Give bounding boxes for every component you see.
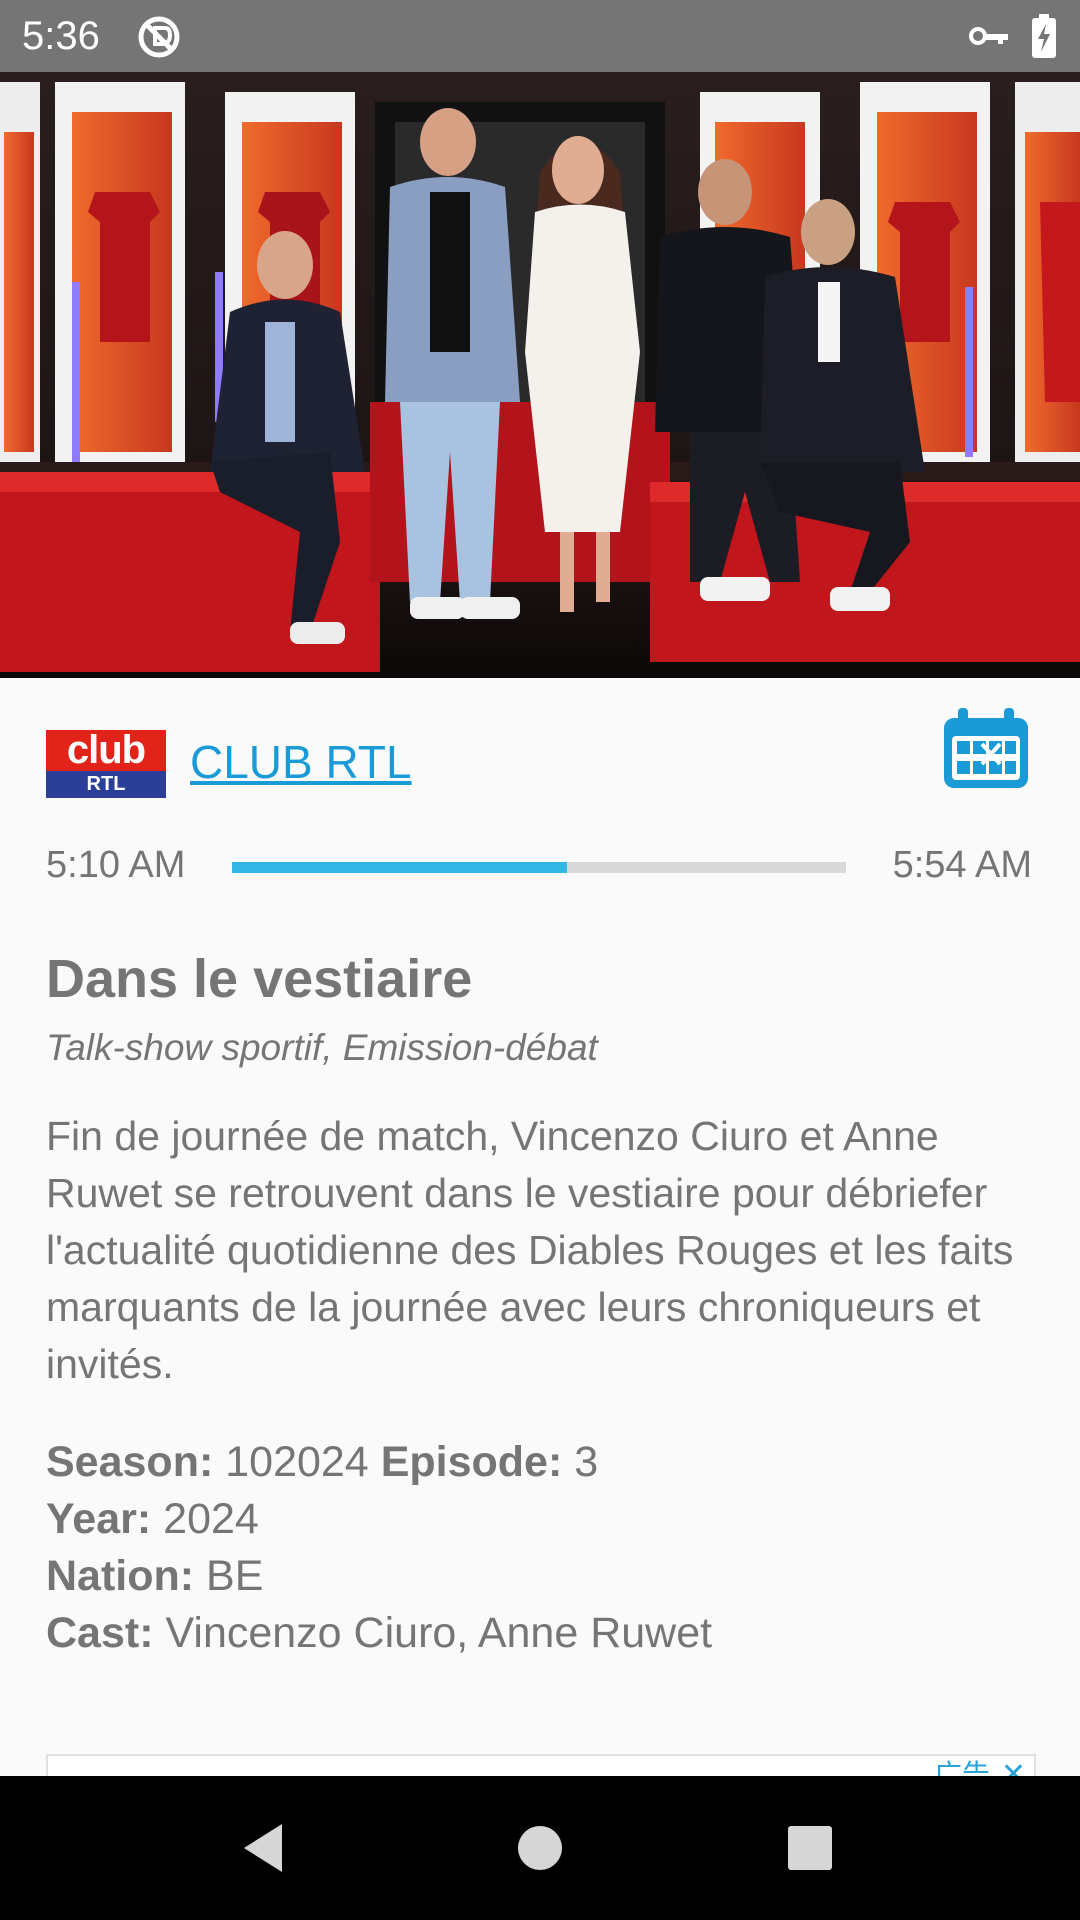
channel-logo-top: club <box>46 730 166 771</box>
calendar-cancel-icon[interactable] <box>940 706 1032 792</box>
cast-line: Cast: Vincenzo Ciuro, Anne Ruwet <box>46 1605 1036 1662</box>
year-value: 2024 <box>163 1495 259 1543</box>
cast-value: Vincenzo Ciuro, Anne Ruwet <box>165 1609 713 1657</box>
cast-label: Cast: <box>46 1609 154 1657</box>
program-progress-fill <box>232 862 567 873</box>
home-icon[interactable] <box>504 1812 576 1884</box>
year-label: Year: <box>46 1495 152 1543</box>
status-time: 5:36 <box>22 14 100 58</box>
recents-icon[interactable] <box>774 1812 846 1884</box>
year-line: Year: 2024 <box>46 1491 1036 1548</box>
battery-charging-icon <box>1030 14 1058 58</box>
nation-line: Nation: BE <box>46 1548 1036 1605</box>
episode-value: 3 <box>574 1438 599 1486</box>
season-episode-line: Season: 102024 Episode: 3 <box>46 1434 1036 1491</box>
nation-value: BE <box>206 1552 264 1600</box>
channel-name-link[interactable]: CLUB RTL <box>190 732 412 792</box>
back-icon[interactable] <box>230 1812 302 1884</box>
channel-logo-bottom: RTL <box>46 771 166 798</box>
program-genre: Talk-show sportif, Emission-débat <box>46 1027 598 1068</box>
program-description: Fin de journée de match, Vincenzo Ciuro … <box>46 1113 1014 1387</box>
start-time: 5:10 AM <box>46 844 186 886</box>
program-progress-bar <box>232 862 846 873</box>
program-title: Dans le vestiaire <box>46 949 473 1009</box>
season-value: 102024 <box>225 1438 369 1486</box>
end-time: 5:54 AM <box>892 844 1032 886</box>
do-not-disturb-icon <box>136 14 182 60</box>
channel-logo: club RTL <box>46 730 166 798</box>
season-label: Season: <box>46 1438 214 1486</box>
episode-label: Episode: <box>380 1438 563 1486</box>
nation-label: Nation: <box>46 1552 195 1600</box>
vpn-key-icon <box>968 22 1010 50</box>
program-metadata: Season: 102024 Episode: 3 Year: 2024 Nat… <box>46 1434 1036 1662</box>
hero-image <box>0 72 1080 678</box>
navigation-bar <box>0 1776 1080 1920</box>
status-bar: 5:36 <box>0 0 1080 72</box>
